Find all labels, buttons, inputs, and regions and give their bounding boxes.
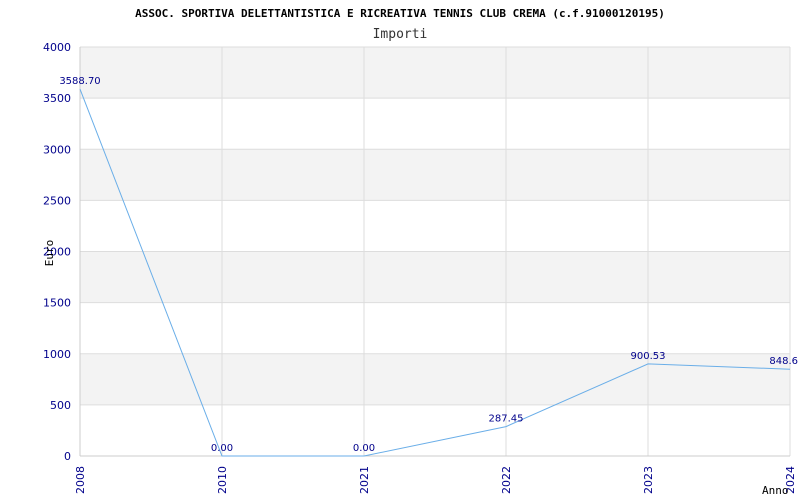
plot-band	[80, 98, 790, 150]
data-label: 3588.70	[59, 76, 100, 87]
line-chart: 05001000150020002500300035004000 2008 201…	[43, 7, 798, 497]
x-tick-label: 2021	[358, 466, 371, 494]
x-tick-label: 2023	[642, 466, 655, 494]
x-axis-label: Anno	[762, 484, 789, 497]
data-label: 900.53	[631, 351, 666, 362]
plot-band	[80, 47, 790, 99]
y-tick-label: 1500	[43, 297, 71, 310]
data-label: 0.00	[353, 443, 375, 454]
chart-subtitle: Importi	[373, 27, 428, 42]
y-tick-label: 3000	[43, 143, 71, 156]
plot-band	[80, 149, 790, 201]
x-tick-label: 2010	[216, 466, 229, 494]
data-label: 848.6	[769, 356, 798, 367]
data-label: 287.45	[489, 414, 524, 425]
y-tick-label: 3500	[43, 92, 71, 105]
y-tick-label: 1000	[43, 348, 71, 361]
y-tick-label: 4000	[43, 41, 71, 54]
plot-band	[80, 251, 790, 303]
x-tick-labels: 2008 2010 2021 2022 2023 2024	[74, 466, 797, 494]
plot-band	[80, 404, 790, 456]
data-label: 0.00	[211, 443, 233, 454]
x-tick-label: 2022	[500, 466, 513, 494]
y-tick-label: 500	[50, 399, 71, 412]
x-tick-label: 2008	[74, 466, 87, 494]
plot-band	[80, 302, 790, 354]
plot-band	[80, 200, 790, 252]
y-tick-label: 0	[64, 450, 71, 463]
y-tick-label: 2500	[43, 194, 71, 207]
plot-band	[80, 353, 790, 405]
y-axis-label: Euro	[43, 240, 56, 267]
chart-title: ASSOC. SPORTIVA DELETTANTISTICA E RICREA…	[135, 7, 665, 20]
